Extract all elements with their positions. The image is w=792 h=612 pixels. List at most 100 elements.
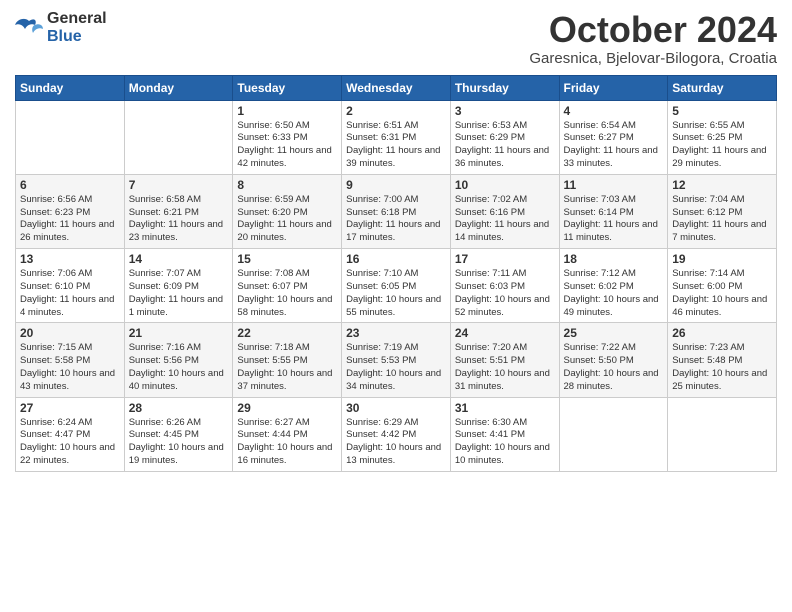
- month-title: October 2024: [529, 10, 777, 50]
- logo: General Blue: [15, 10, 107, 46]
- sunset-text: Sunset: 4:45 PM: [129, 429, 229, 442]
- day-info: Sunrise: 7:19 AMSunset: 5:53 PMDaylight:…: [346, 342, 446, 393]
- day-number: 5: [672, 104, 772, 118]
- sunrise-text: Sunrise: 7:14 AM: [672, 268, 772, 281]
- table-row: 9Sunrise: 7:00 AMSunset: 6:18 PMDaylight…: [342, 174, 451, 248]
- sunrise-text: Sunrise: 7:11 AM: [455, 268, 555, 281]
- daylight-text: Daylight: 11 hours and 23 minutes.: [129, 219, 229, 245]
- sunset-text: Sunset: 6:10 PM: [20, 281, 120, 294]
- sunset-text: Sunset: 5:58 PM: [20, 355, 120, 368]
- sunrise-text: Sunrise: 6:30 AM: [455, 417, 555, 430]
- day-info: Sunrise: 7:08 AMSunset: 6:07 PMDaylight:…: [237, 268, 337, 319]
- day-number: 22: [237, 326, 337, 340]
- table-row: 13Sunrise: 7:06 AMSunset: 6:10 PMDayligh…: [16, 249, 125, 323]
- daylight-text: Daylight: 10 hours and 22 minutes.: [20, 442, 120, 468]
- day-info: Sunrise: 6:55 AMSunset: 6:25 PMDaylight:…: [672, 120, 772, 171]
- day-info: Sunrise: 6:29 AMSunset: 4:42 PMDaylight:…: [346, 417, 446, 468]
- day-number: 25: [564, 326, 664, 340]
- day-number: 11: [564, 178, 664, 192]
- daylight-text: Daylight: 10 hours and 55 minutes.: [346, 294, 446, 320]
- sunset-text: Sunset: 5:50 PM: [564, 355, 664, 368]
- day-number: 18: [564, 252, 664, 266]
- day-number: 7: [129, 178, 229, 192]
- day-info: Sunrise: 6:59 AMSunset: 6:20 PMDaylight:…: [237, 194, 337, 245]
- daylight-text: Daylight: 10 hours and 52 minutes.: [455, 294, 555, 320]
- sunrise-text: Sunrise: 7:02 AM: [455, 194, 555, 207]
- table-row: 10Sunrise: 7:02 AMSunset: 6:16 PMDayligh…: [450, 174, 559, 248]
- day-number: 16: [346, 252, 446, 266]
- day-info: Sunrise: 7:00 AMSunset: 6:18 PMDaylight:…: [346, 194, 446, 245]
- day-number: 15: [237, 252, 337, 266]
- day-number: 20: [20, 326, 120, 340]
- daylight-text: Daylight: 11 hours and 11 minutes.: [564, 219, 664, 245]
- sunrise-text: Sunrise: 6:53 AM: [455, 120, 555, 133]
- sunset-text: Sunset: 6:27 PM: [564, 132, 664, 145]
- day-number: 10: [455, 178, 555, 192]
- sunset-text: Sunset: 6:02 PM: [564, 281, 664, 294]
- table-row: 17Sunrise: 7:11 AMSunset: 6:03 PMDayligh…: [450, 249, 559, 323]
- calendar-week-2: 6Sunrise: 6:56 AMSunset: 6:23 PMDaylight…: [16, 174, 777, 248]
- table-row: 5 Sunrise: 6:55 AMSunset: 6:25 PMDaylight…: [668, 100, 777, 174]
- sunset-text: Sunset: 5:55 PM: [237, 355, 337, 368]
- day-info: Sunrise: 7:16 AMSunset: 5:56 PMDaylight:…: [129, 342, 229, 393]
- day-info: Sunrise: 6:50 AMSunset: 6:33 PMDaylight:…: [237, 120, 337, 171]
- sunset-text: Sunset: 6:21 PM: [129, 207, 229, 220]
- day-info: Sunrise: 7:20 AMSunset: 5:51 PMDaylight:…: [455, 342, 555, 393]
- day-info: Sunrise: 6:24 AMSunset: 4:47 PMDaylight:…: [20, 417, 120, 468]
- daylight-text: Daylight: 10 hours and 46 minutes.: [672, 294, 772, 320]
- sunset-text: Sunset: 6:16 PM: [455, 207, 555, 220]
- col-thursday: Thursday: [450, 75, 559, 100]
- day-number: 13: [20, 252, 120, 266]
- col-friday: Friday: [559, 75, 668, 100]
- table-row: 11 Sunrise: 7:03 AMSunset: 6:14 PMDayligh…: [559, 174, 668, 248]
- day-info: Sunrise: 7:03 AMSunset: 6:14 PMDaylight:…: [564, 194, 664, 245]
- day-info: Sunrise: 6:27 AMSunset: 4:44 PMDaylight:…: [237, 417, 337, 468]
- day-info: Sunrise: 6:56 AMSunset: 6:23 PMDaylight:…: [20, 194, 120, 245]
- table-row: 12Sunrise: 7:04 AMSunset: 6:12 PMDayligh…: [668, 174, 777, 248]
- daylight-text: Daylight: 10 hours and 13 minutes.: [346, 442, 446, 468]
- sunrise-text: Sunrise: 7:07 AM: [129, 268, 229, 281]
- logo-text: General Blue: [47, 10, 107, 46]
- sunrise-text: Sunrise: 7:10 AM: [346, 268, 446, 281]
- day-number: 24: [455, 326, 555, 340]
- day-info: Sunrise: 7:12 AMSunset: 6:02 PMDaylight:…: [564, 268, 664, 319]
- sunrise-text: Sunrise: 6:51 AM: [346, 120, 446, 133]
- daylight-text: Daylight: 11 hours and 42 minutes.: [237, 145, 337, 171]
- sunrise-text: Sunrise: 7:15 AM: [20, 342, 120, 355]
- col-saturday: Saturday: [668, 75, 777, 100]
- sunset-text: Sunset: 5:48 PM: [672, 355, 772, 368]
- day-number: 3: [455, 104, 555, 118]
- sunrise-text: Sunrise: 6:26 AM: [129, 417, 229, 430]
- col-tuesday: Tuesday: [233, 75, 342, 100]
- daylight-text: Daylight: 11 hours and 29 minutes.: [672, 145, 772, 171]
- table-row: [16, 100, 125, 174]
- day-number: 26: [672, 326, 772, 340]
- sunset-text: Sunset: 6:25 PM: [672, 132, 772, 145]
- daylight-text: Daylight: 10 hours and 16 minutes.: [237, 442, 337, 468]
- table-row: 15 Sunrise: 7:08 AMSunset: 6:07 PMDayligh…: [233, 249, 342, 323]
- daylight-text: Daylight: 11 hours and 33 minutes.: [564, 145, 664, 171]
- sunrise-text: Sunrise: 7:06 AM: [20, 268, 120, 281]
- daylight-text: Daylight: 11 hours and 17 minutes.: [346, 219, 446, 245]
- sunrise-text: Sunrise: 7:12 AM: [564, 268, 664, 281]
- sunset-text: Sunset: 6:12 PM: [672, 207, 772, 220]
- day-info: Sunrise: 6:58 AMSunset: 6:21 PMDaylight:…: [129, 194, 229, 245]
- table-row: 30Sunrise: 6:29 AMSunset: 4:42 PMDayligh…: [342, 397, 451, 471]
- sunset-text: Sunset: 4:42 PM: [346, 429, 446, 442]
- sunrise-text: Sunrise: 6:24 AM: [20, 417, 120, 430]
- sunrise-text: Sunrise: 6:29 AM: [346, 417, 446, 430]
- day-number: 21: [129, 326, 229, 340]
- table-row: 19Sunrise: 7:14 AMSunset: 6:00 PMDayligh…: [668, 249, 777, 323]
- table-row: 23Sunrise: 7:19 AMSunset: 5:53 PMDayligh…: [342, 323, 451, 397]
- sunset-text: Sunset: 5:53 PM: [346, 355, 446, 368]
- day-info: Sunrise: 7:22 AMSunset: 5:50 PMDaylight:…: [564, 342, 664, 393]
- daylight-text: Daylight: 10 hours and 25 minutes.: [672, 368, 772, 394]
- table-row: [668, 397, 777, 471]
- daylight-text: Daylight: 10 hours and 19 minutes.: [129, 442, 229, 468]
- day-info: Sunrise: 7:10 AMSunset: 6:05 PMDaylight:…: [346, 268, 446, 319]
- sunset-text: Sunset: 6:20 PM: [237, 207, 337, 220]
- sunset-text: Sunset: 4:44 PM: [237, 429, 337, 442]
- sunrise-text: Sunrise: 6:54 AM: [564, 120, 664, 133]
- sunrise-text: Sunrise: 7:23 AM: [672, 342, 772, 355]
- day-number: 17: [455, 252, 555, 266]
